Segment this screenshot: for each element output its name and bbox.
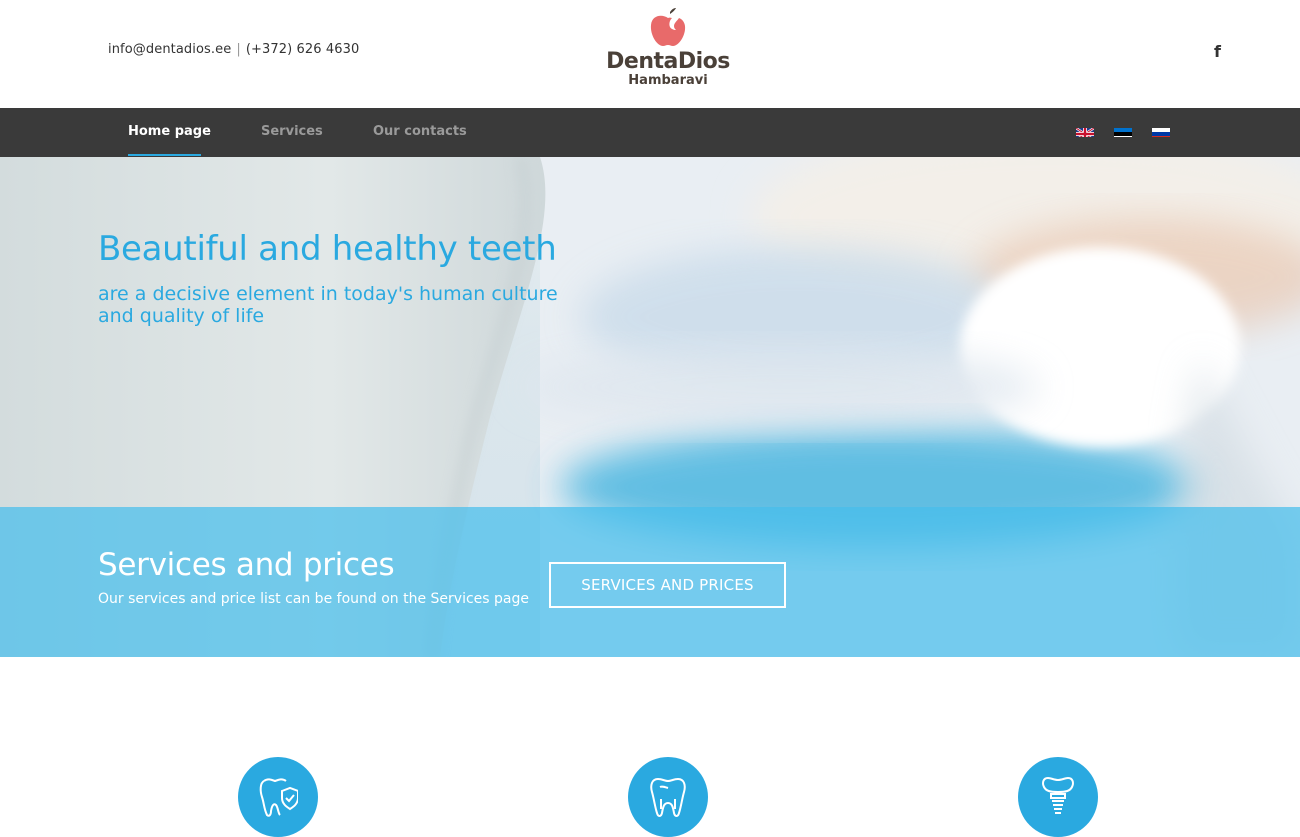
services-band: Services and prices Our services and pri… (0, 507, 1300, 657)
nav-item-home[interactable]: Home page (128, 124, 211, 139)
hero-title: Beautiful and healthy teeth (98, 229, 557, 269)
hero-banner: Beautiful and healthy teeth are a decisi… (0, 157, 1300, 657)
services-and-prices-button[interactable]: SERVICES AND PRICES (549, 562, 786, 608)
flag-et-icon[interactable] (1114, 125, 1132, 137)
phone-link[interactable]: (+372) 626 4630 (246, 42, 360, 57)
site-logo[interactable]: DentaDios Hambaravi (606, 8, 730, 98)
top-bar: info@dentadios.ee | (+372) 626 4630 DentaD… (0, 0, 1300, 108)
flag-ru-icon[interactable] (1152, 125, 1170, 137)
flag-en-icon[interactable] (1076, 125, 1094, 137)
facebook-icon[interactable]: f (1214, 42, 1228, 62)
tooth-shield-icon (259, 778, 298, 817)
dental-implant-icon (1042, 776, 1074, 814)
logo-brand: DentaDios (606, 49, 730, 74)
nav-active-indicator (128, 154, 201, 156)
email-link[interactable]: info@dentadios.ee (108, 42, 231, 57)
nav-item-services[interactable]: Services (261, 124, 323, 139)
services-band-title: Services and prices (98, 547, 395, 583)
hero-subtitle: are a decisive element in today's human … (98, 283, 558, 327)
apple-logo-icon (650, 8, 686, 46)
contact-separator: | (236, 42, 241, 57)
contact-info: info@dentadios.ee | (+372) 626 4630 (108, 42, 359, 57)
main-nav: Home page Services Our contacts (0, 108, 1300, 157)
feature-protection[interactable] (238, 757, 318, 837)
logo-tagline: Hambaravi (628, 73, 708, 88)
services-band-subtitle: Our services and price list can be found… (98, 591, 529, 607)
tooth-icon (650, 777, 686, 817)
feature-tooth[interactable] (628, 757, 708, 837)
nav-item-contacts[interactable]: Our contacts (373, 124, 467, 139)
feature-implant[interactable] (1018, 757, 1098, 837)
